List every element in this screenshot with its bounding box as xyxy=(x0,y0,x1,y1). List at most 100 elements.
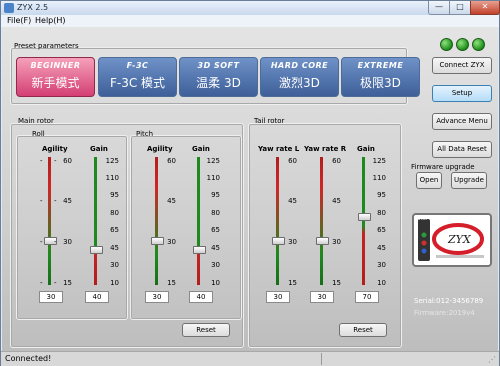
yaw-l-tick-15: 15 xyxy=(288,279,297,287)
menu-help[interactable]: Help(H) xyxy=(35,16,66,25)
preset-extreme[interactable]: EXTREME 极限3D xyxy=(341,57,420,97)
tail-gain-tick-95: 95 xyxy=(377,191,386,199)
scale-dash: - xyxy=(54,197,57,205)
advance-menu-button[interactable]: Advance Menu xyxy=(432,113,492,130)
tail-gain-thumb[interactable] xyxy=(358,213,371,221)
roll-gain-tick-80: 80 xyxy=(110,209,119,217)
menu-file[interactable]: File(F) xyxy=(7,16,31,25)
maximize-button[interactable]: □ xyxy=(449,1,471,15)
pitch-gain-tick-95: 95 xyxy=(211,191,220,199)
firmware-label: Firmware upgrade xyxy=(411,163,475,171)
preset-extreme-en: EXTREME xyxy=(357,61,404,70)
tail-gain-value[interactable]: 70 xyxy=(355,291,379,303)
pitch-agility-tick-15: 15 xyxy=(167,279,176,287)
pitch-gain-value[interactable]: 40 xyxy=(189,291,213,303)
close-button[interactable]: ✕ xyxy=(470,1,500,15)
yaw-r-tick-60: 60 xyxy=(332,157,341,165)
tail-gain-label: Gain xyxy=(357,145,375,153)
svg-text:ZYX: ZYX xyxy=(447,233,472,246)
roll-agility-label: Agility xyxy=(42,145,68,153)
roll-gain-tick-95: 95 xyxy=(110,191,119,199)
scale-dash: - xyxy=(40,238,43,246)
preset-3d-soft-en: 3D SOFT xyxy=(197,61,240,70)
tail-gain-tick-80: 80 xyxy=(377,209,386,217)
pitch-gain-tick-30: 30 xyxy=(211,261,220,269)
app-icon xyxy=(4,3,14,13)
status-text: Connected! xyxy=(5,354,52,363)
roll-agility-track[interactable] xyxy=(48,157,51,285)
roll-agility-value[interactable]: 30 xyxy=(39,291,63,303)
tail-rotor-label: Tail rotor xyxy=(254,117,285,125)
pitch-agility-tick-30: 30 xyxy=(167,238,176,246)
minimize-button[interactable]: — xyxy=(428,1,450,15)
preset-f3c-cn: F-3C 模式 xyxy=(109,76,166,90)
scale-dash: - xyxy=(54,238,57,246)
scale-dash: - xyxy=(40,157,43,165)
yaw-rate-l-track[interactable] xyxy=(276,157,279,285)
preset-hard-core-cn: 激烈3D xyxy=(279,76,320,90)
yaw-l-tick-45: 45 xyxy=(288,197,297,205)
pitch-gain-tick-45: 45 xyxy=(211,244,220,252)
scale-dash: - xyxy=(40,279,43,287)
preset-3d-soft[interactable]: 3D SOFT 温柔 3D xyxy=(179,57,258,97)
yaw-l-tick-60: 60 xyxy=(288,157,297,165)
pitch-gain-track[interactable] xyxy=(197,157,200,285)
roll-agility-tick-30: 30 xyxy=(63,238,72,246)
setup-button[interactable]: Setup xyxy=(432,85,492,102)
pitch-gain-tick-80: 80 xyxy=(211,209,220,217)
tail-gain-track[interactable] xyxy=(362,157,365,285)
pitch-agility-track[interactable] xyxy=(155,157,158,285)
roll-gain-value[interactable]: 40 xyxy=(85,291,109,303)
scale-dash: - xyxy=(54,279,57,287)
status-led-3 xyxy=(472,38,485,51)
preset-3d-soft-cn: 温柔 3D xyxy=(196,76,241,90)
pitch-agility-value[interactable]: 30 xyxy=(145,291,169,303)
firmware-open-button[interactable]: Open xyxy=(416,172,442,189)
pitch-gain-tick-110: 110 xyxy=(206,174,220,182)
tail-gain-tick-10: 10 xyxy=(377,279,386,287)
roll-gain-tick-65: 65 xyxy=(110,226,119,234)
roll-label: Roll xyxy=(32,130,45,138)
preset-group-label: Preset parameters xyxy=(14,42,79,50)
main-window: ZYX 2.5 — □ ✕ File(F) Help(H) Preset par… xyxy=(0,0,500,366)
yaw-r-tick-30: 30 xyxy=(332,238,341,246)
yaw-l-tick-30: 30 xyxy=(288,238,297,246)
preset-beginner[interactable]: BEGINNER 新手模式 xyxy=(16,57,95,97)
scale-dash: - xyxy=(54,157,57,165)
yaw-rate-r-label: Yaw rate R xyxy=(304,145,347,153)
device-logo-card: ZYX Txx xyxy=(412,213,492,267)
all-data-reset-button[interactable]: All Data Reset xyxy=(432,141,492,158)
tail-gain-tick-65: 65 xyxy=(377,226,386,234)
pitch-gain-tick-125: 125 xyxy=(206,157,220,165)
tail-rotor-reset-button[interactable]: Reset xyxy=(339,323,387,337)
serial-number: Serial:012-3456789 xyxy=(414,297,484,305)
connect-zyx-button[interactable]: Connect ZYX xyxy=(432,57,492,74)
roll-gain-tick-30: 30 xyxy=(110,261,119,269)
yaw-rate-r-value[interactable]: 30 xyxy=(310,291,334,303)
yaw-rate-l-value[interactable]: 30 xyxy=(266,291,290,303)
roll-gain-tick-110: 110 xyxy=(105,174,119,182)
pitch-gain-tick-65: 65 xyxy=(211,226,220,234)
preset-hard-core[interactable]: HARD CORE 激烈3D xyxy=(260,57,339,97)
pitch-gain-thumb[interactable] xyxy=(193,246,206,254)
firmware-upgrade-button[interactable]: Upgrade xyxy=(451,172,487,189)
roll-gain-tick-45: 45 xyxy=(110,244,119,252)
pitch-gain-tick-10: 10 xyxy=(211,279,220,287)
yaw-rate-r-track[interactable] xyxy=(320,157,323,285)
main-rotor-label: Main rotor xyxy=(18,117,54,125)
roll-gain-tick-10: 10 xyxy=(110,279,119,287)
main-rotor-reset-button[interactable]: Reset xyxy=(182,323,230,337)
logo-brand: Txx xyxy=(418,216,427,222)
roll-gain-track[interactable] xyxy=(94,157,97,285)
scale-dash: - xyxy=(40,197,43,205)
roll-gain-tick-125: 125 xyxy=(105,157,119,165)
status-led-1 xyxy=(440,38,453,51)
title-bar: ZYX 2.5 — □ ✕ xyxy=(1,1,500,15)
preset-f3c-en: F-3C xyxy=(126,61,149,70)
roll-agility-tick-15: 15 xyxy=(63,279,72,287)
roll-agility-tick-60: 60 xyxy=(63,157,72,165)
roll-gain-thumb[interactable] xyxy=(90,246,103,254)
preset-f3c[interactable]: F-3C F-3C 模式 xyxy=(98,57,177,97)
resize-grip-icon[interactable]: ⋰ xyxy=(488,355,496,364)
roll-gain-label: Gain xyxy=(90,145,108,153)
